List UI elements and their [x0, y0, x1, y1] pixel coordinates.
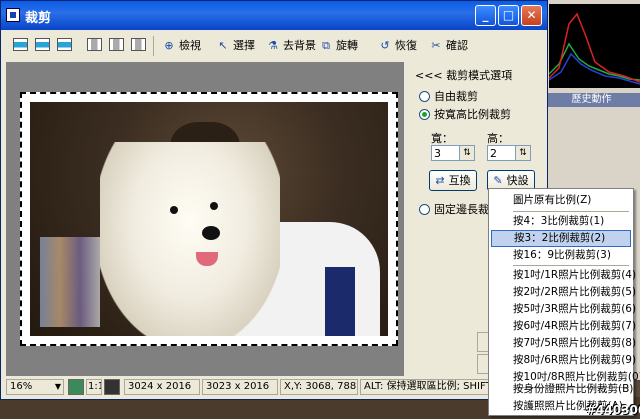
app-icon [6, 8, 20, 22]
original-size: 3024 x 2016 [124, 379, 200, 395]
maximize-button[interactable]: □ [498, 5, 519, 26]
zoom-select[interactable]: 16% ▼ [6, 379, 64, 395]
crop-size: 3023 x 2016 [202, 379, 278, 395]
select-button[interactable]: ↖ 選擇 [216, 36, 255, 56]
width-label: 寬： [431, 132, 453, 145]
menu-item-1r[interactable]: 按1吋/1R照片比例裁剪(4) [491, 267, 636, 284]
layout-horizontal-3-icon[interactable] [57, 38, 72, 51]
height-spinner-arrows-icon[interactable]: ⇅ [515, 146, 530, 160]
minimize-button[interactable]: _ [475, 5, 496, 26]
layout-horizontal-2-icon[interactable] [35, 38, 50, 51]
cursor-icon: ↖ [218, 39, 228, 52]
actual-size-button[interactable]: 1:1 [86, 379, 102, 395]
photo-preview [30, 102, 388, 336]
status-hint: ALT: 保持選取區比例; SHIFT: 移 [360, 379, 490, 395]
layout-vertical-2-icon[interactable] [109, 38, 124, 51]
title-bar[interactable]: 裁剪 _ □ ✕ [1, 1, 547, 30]
image-canvas[interactable] [6, 62, 404, 376]
width-spinner[interactable]: 3 ⇅ [431, 145, 475, 161]
free-crop-radio[interactable]: 自由裁剪 [419, 88, 478, 104]
height-label: 高： [487, 132, 509, 145]
wand-icon: ✎ [493, 174, 503, 187]
toolbar: ⊕ 檢視 ↖ 選擇 ⚗ 去背景 ⧉ 旋轉 ↺ 恢復 ✂ 確認 [5, 34, 545, 60]
preview-button[interactable]: ⊕ 檢視 [162, 36, 201, 56]
dog-subject [100, 142, 280, 336]
layout-vertical-3-icon[interactable] [131, 38, 146, 51]
menu-separator [513, 211, 629, 212]
confirm-button[interactable]: ✂ 確認 [429, 36, 468, 56]
crop-window: 裁剪 _ □ ✕ ⊕檢視 ↖選擇 ⚗去背景 ⧉旋轉 ↺恢復 ✂確認 [0, 0, 548, 400]
width-spinner-arrows-icon[interactable]: ⇅ [459, 146, 474, 160]
scissors-icon: ✂ [431, 39, 441, 52]
chevron-down-icon: ▼ [54, 382, 61, 391]
histogram-panel [548, 4, 640, 88]
close-button[interactable]: ✕ [521, 5, 542, 26]
status-bar: 16% ▼ 1:1 3024 x 2016 3023 x 2016 X,Y: 3… [4, 378, 547, 396]
layout-vertical-1-icon[interactable] [87, 38, 102, 51]
swap-icon: ⇄ [435, 174, 445, 187]
fit-window-icon[interactable] [68, 379, 84, 395]
grid-icon[interactable] [104, 379, 120, 395]
menu-item-2r[interactable]: 按2吋/2R照片比例裁剪(5) [491, 284, 636, 301]
menu-item-16-9[interactable]: 按16：9比例裁剪(3) [491, 247, 631, 264]
height-spinner[interactable]: 2 ⇅ [487, 145, 531, 161]
menu-item-original-ratio[interactable]: 圖片原有比例(Z) [491, 192, 631, 209]
menu-item-6r[interactable]: 按8吋/6R照片比例裁剪(9) [491, 352, 636, 369]
ratio-preset-menu: 圖片原有比例(Z) 按4：3比例裁剪(1) 按3：2比例裁剪(2) 按16：9比… [488, 188, 640, 416]
rotate-icon: ⧉ [322, 39, 330, 52]
cursor-coordinates: X,Y: 3068, 788 [280, 379, 358, 395]
undo-icon: ↺ [380, 39, 390, 52]
rotate-button[interactable]: ⧉ 旋轉 [319, 36, 358, 56]
menu-item-4r[interactable]: 按6吋/4R照片比例裁剪(7) [491, 318, 636, 335]
toolbar-separator [153, 36, 154, 56]
remove-background-button[interactable]: ⚗ 去背景 [266, 36, 316, 56]
history-actions-tab[interactable]: 歷史動作 [543, 93, 640, 107]
menu-item-4-3[interactable]: 按4：3比例裁剪(1) [491, 213, 631, 230]
menu-item-id-card[interactable]: 按身份證照片比例裁剪(B) [491, 381, 633, 398]
crop-selection[interactable] [20, 92, 398, 346]
options-header[interactable]: <<< 裁剪模式選項 [415, 67, 512, 83]
swap-button[interactable]: ⇄ 互換 [429, 170, 477, 191]
menu-separator [513, 265, 629, 266]
menu-item-3r[interactable]: 按5吋/3R照片比例裁剪(6) [491, 301, 636, 318]
ratio-crop-radio[interactable]: 按寬高比例裁剪 [419, 106, 511, 122]
stamp-icon: ⚗ [268, 39, 278, 52]
restore-button[interactable]: ↺ 恢復 [378, 36, 417, 56]
watermark-text: #440306 [586, 403, 640, 417]
layout-horizontal-1-icon[interactable] [13, 38, 28, 51]
magnifier-icon: ⊕ [164, 39, 174, 52]
menu-item-5r[interactable]: 按7吋/5R照片比例裁剪(8) [491, 335, 636, 352]
menu-item-3-2[interactable]: 按3：2比例裁剪(2) [491, 230, 631, 247]
histogram-graph [548, 12, 640, 85]
window-title: 裁剪 [25, 11, 52, 26]
